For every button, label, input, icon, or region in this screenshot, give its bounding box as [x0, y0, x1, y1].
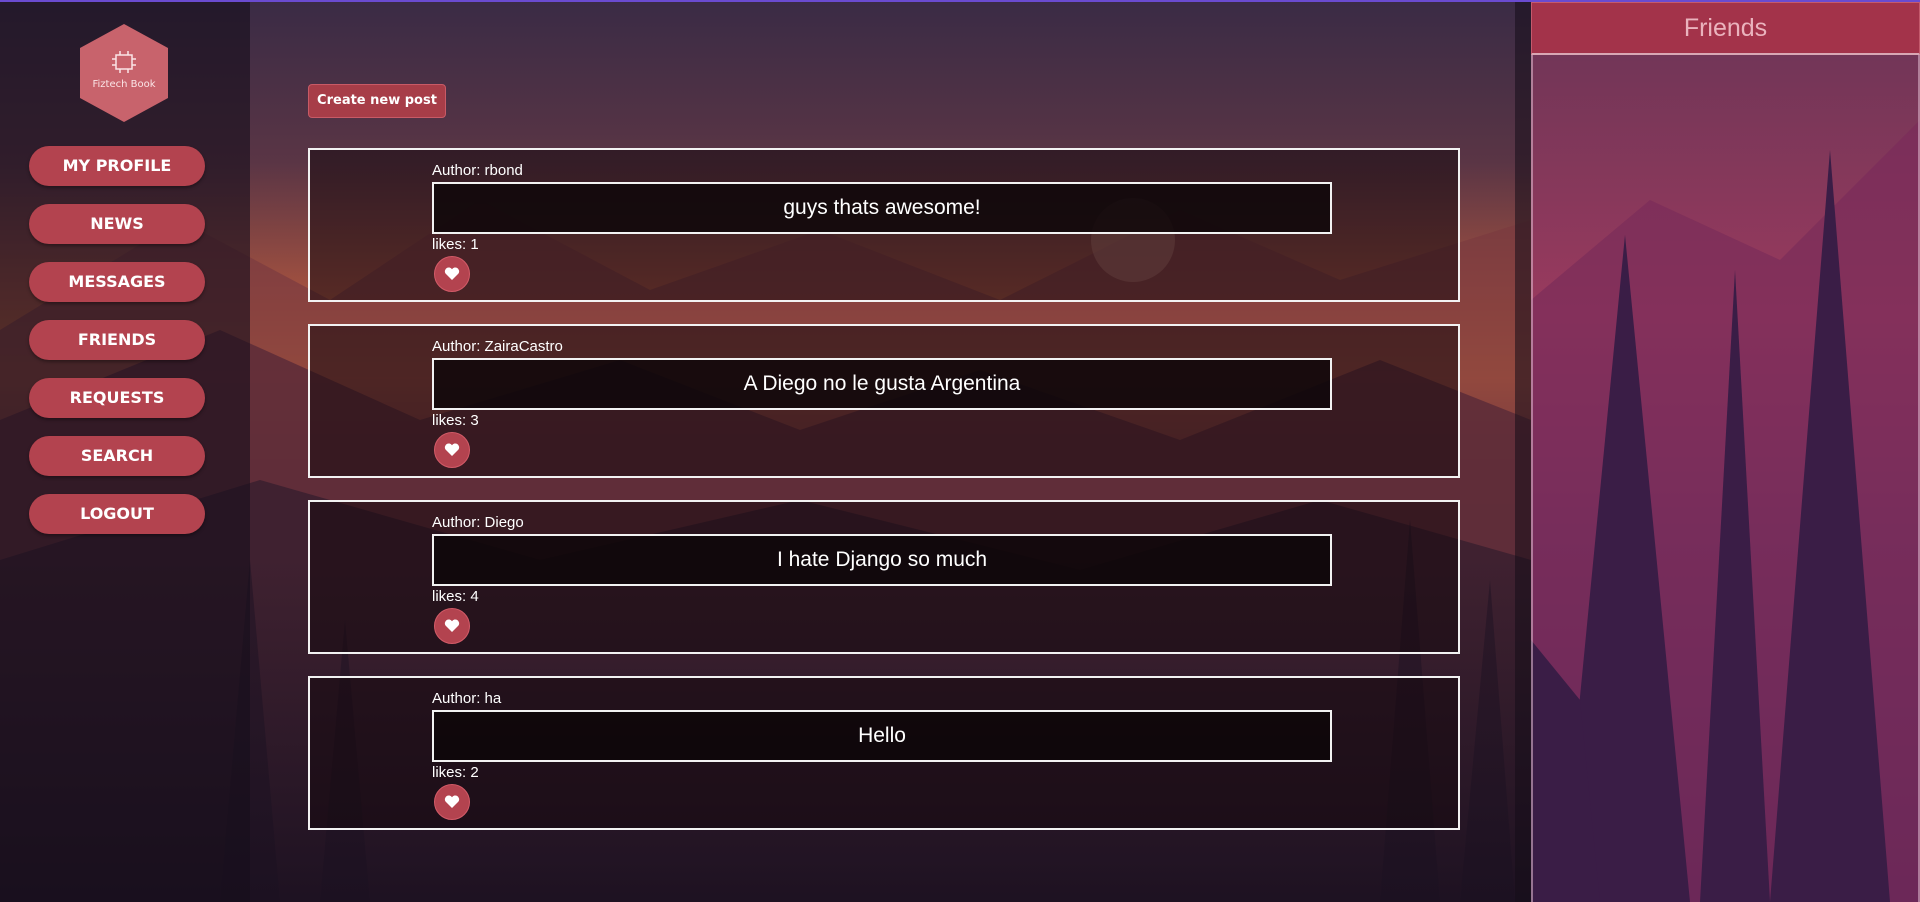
sidebar-item-search[interactable]: SEARCH — [29, 436, 205, 476]
post-likes-count: likes: 3 — [432, 412, 479, 429]
app-logo[interactable]: Fiztech Book — [78, 22, 170, 124]
like-button[interactable] — [434, 784, 470, 820]
friends-list[interactable] — [1531, 55, 1920, 902]
post-text: Hello — [432, 710, 1332, 762]
sidebar-item-logout[interactable]: LOGOUT — [29, 494, 205, 534]
post-card: Author: ZairaCastro A Diego no le gusta … — [308, 324, 1460, 478]
main-column-edge — [1515, 2, 1531, 902]
sidebar-item-requests[interactable]: REQUESTS — [29, 378, 205, 418]
post-text: I hate Django so much — [432, 534, 1332, 586]
like-button[interactable] — [434, 432, 470, 468]
post-card: Author: Diego I hate Django so much like… — [308, 500, 1460, 654]
post-card: Author: rbond guys thats awesome! likes:… — [308, 148, 1460, 302]
sidebar-item-messages[interactable]: MESSAGES — [29, 262, 205, 302]
heart-icon — [444, 443, 460, 456]
logo-label: Fiztech Book — [92, 79, 156, 90]
post-text: A Diego no le gusta Argentina — [432, 358, 1332, 410]
top-accent-line — [0, 0, 1920, 2]
heart-icon — [444, 619, 460, 632]
post-author: Author: ha — [432, 690, 502, 707]
sidebar-item-my-profile[interactable]: MY PROFILE — [29, 146, 205, 186]
post-likes-count: likes: 2 — [432, 764, 479, 781]
post-author: Author: ZairaCastro — [432, 338, 563, 355]
friends-panel: Friends — [1531, 2, 1920, 902]
like-button[interactable] — [434, 256, 470, 292]
post-author: Author: Diego — [432, 514, 524, 531]
sidebar-item-friends[interactable]: FRIENDS — [29, 320, 205, 360]
post-card: Author: ha Hello likes: 2 — [308, 676, 1460, 830]
post-text: guys thats awesome! — [432, 182, 1332, 234]
friends-panel-title: Friends — [1531, 2, 1920, 55]
heart-icon — [444, 267, 460, 280]
logo-hexagon-shape — [80, 24, 168, 122]
post-author: Author: rbond — [432, 162, 523, 179]
post-likes-count: likes: 4 — [432, 588, 479, 605]
post-likes-count: likes: 1 — [432, 236, 479, 253]
create-new-post-button[interactable]: Create new post — [308, 84, 446, 118]
heart-icon — [444, 795, 460, 808]
like-button[interactable] — [434, 608, 470, 644]
sidebar: Fiztech Book MY PROFILE NEWS MESSAGES FR… — [0, 2, 250, 902]
sidebar-item-news[interactable]: NEWS — [29, 204, 205, 244]
